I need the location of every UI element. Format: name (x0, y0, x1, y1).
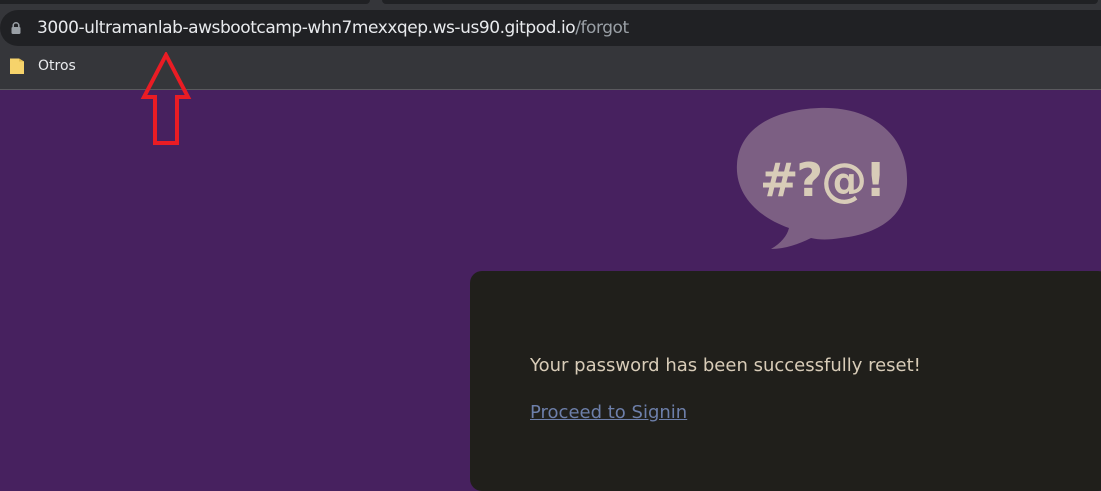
url-text[interactable]: 3000-ultramanlab-awsbootcamp-whn7mexxqep… (37, 17, 629, 39)
red-up-arrow-icon (140, 52, 192, 145)
logo-text: #?@! (760, 153, 884, 207)
reset-confirmation-card: Your password has been successfully rese… (470, 271, 1101, 491)
url-host: 3000-ultramanlab-awsbootcamp-whn7mexxqep… (37, 18, 576, 38)
bookmark-folder-otros[interactable]: Otros (9, 57, 76, 75)
tab-strip-left (0, 0, 370, 4)
address-bar[interactable]: 3000-ultramanlab-awsbootcamp-whn7mexxqep… (0, 10, 1101, 46)
folder-icon (10, 58, 24, 74)
bookmark-label: Otros (38, 58, 76, 74)
url-path: /forgot (575, 18, 629, 38)
tab-strip-right (382, 0, 1098, 4)
app-logo-icon: #?@! (736, 107, 908, 249)
success-message: Your password has been successfully rese… (530, 355, 921, 376)
lock-icon (11, 22, 21, 34)
proceed-to-signin-link[interactable]: Proceed to Signin (530, 401, 687, 425)
